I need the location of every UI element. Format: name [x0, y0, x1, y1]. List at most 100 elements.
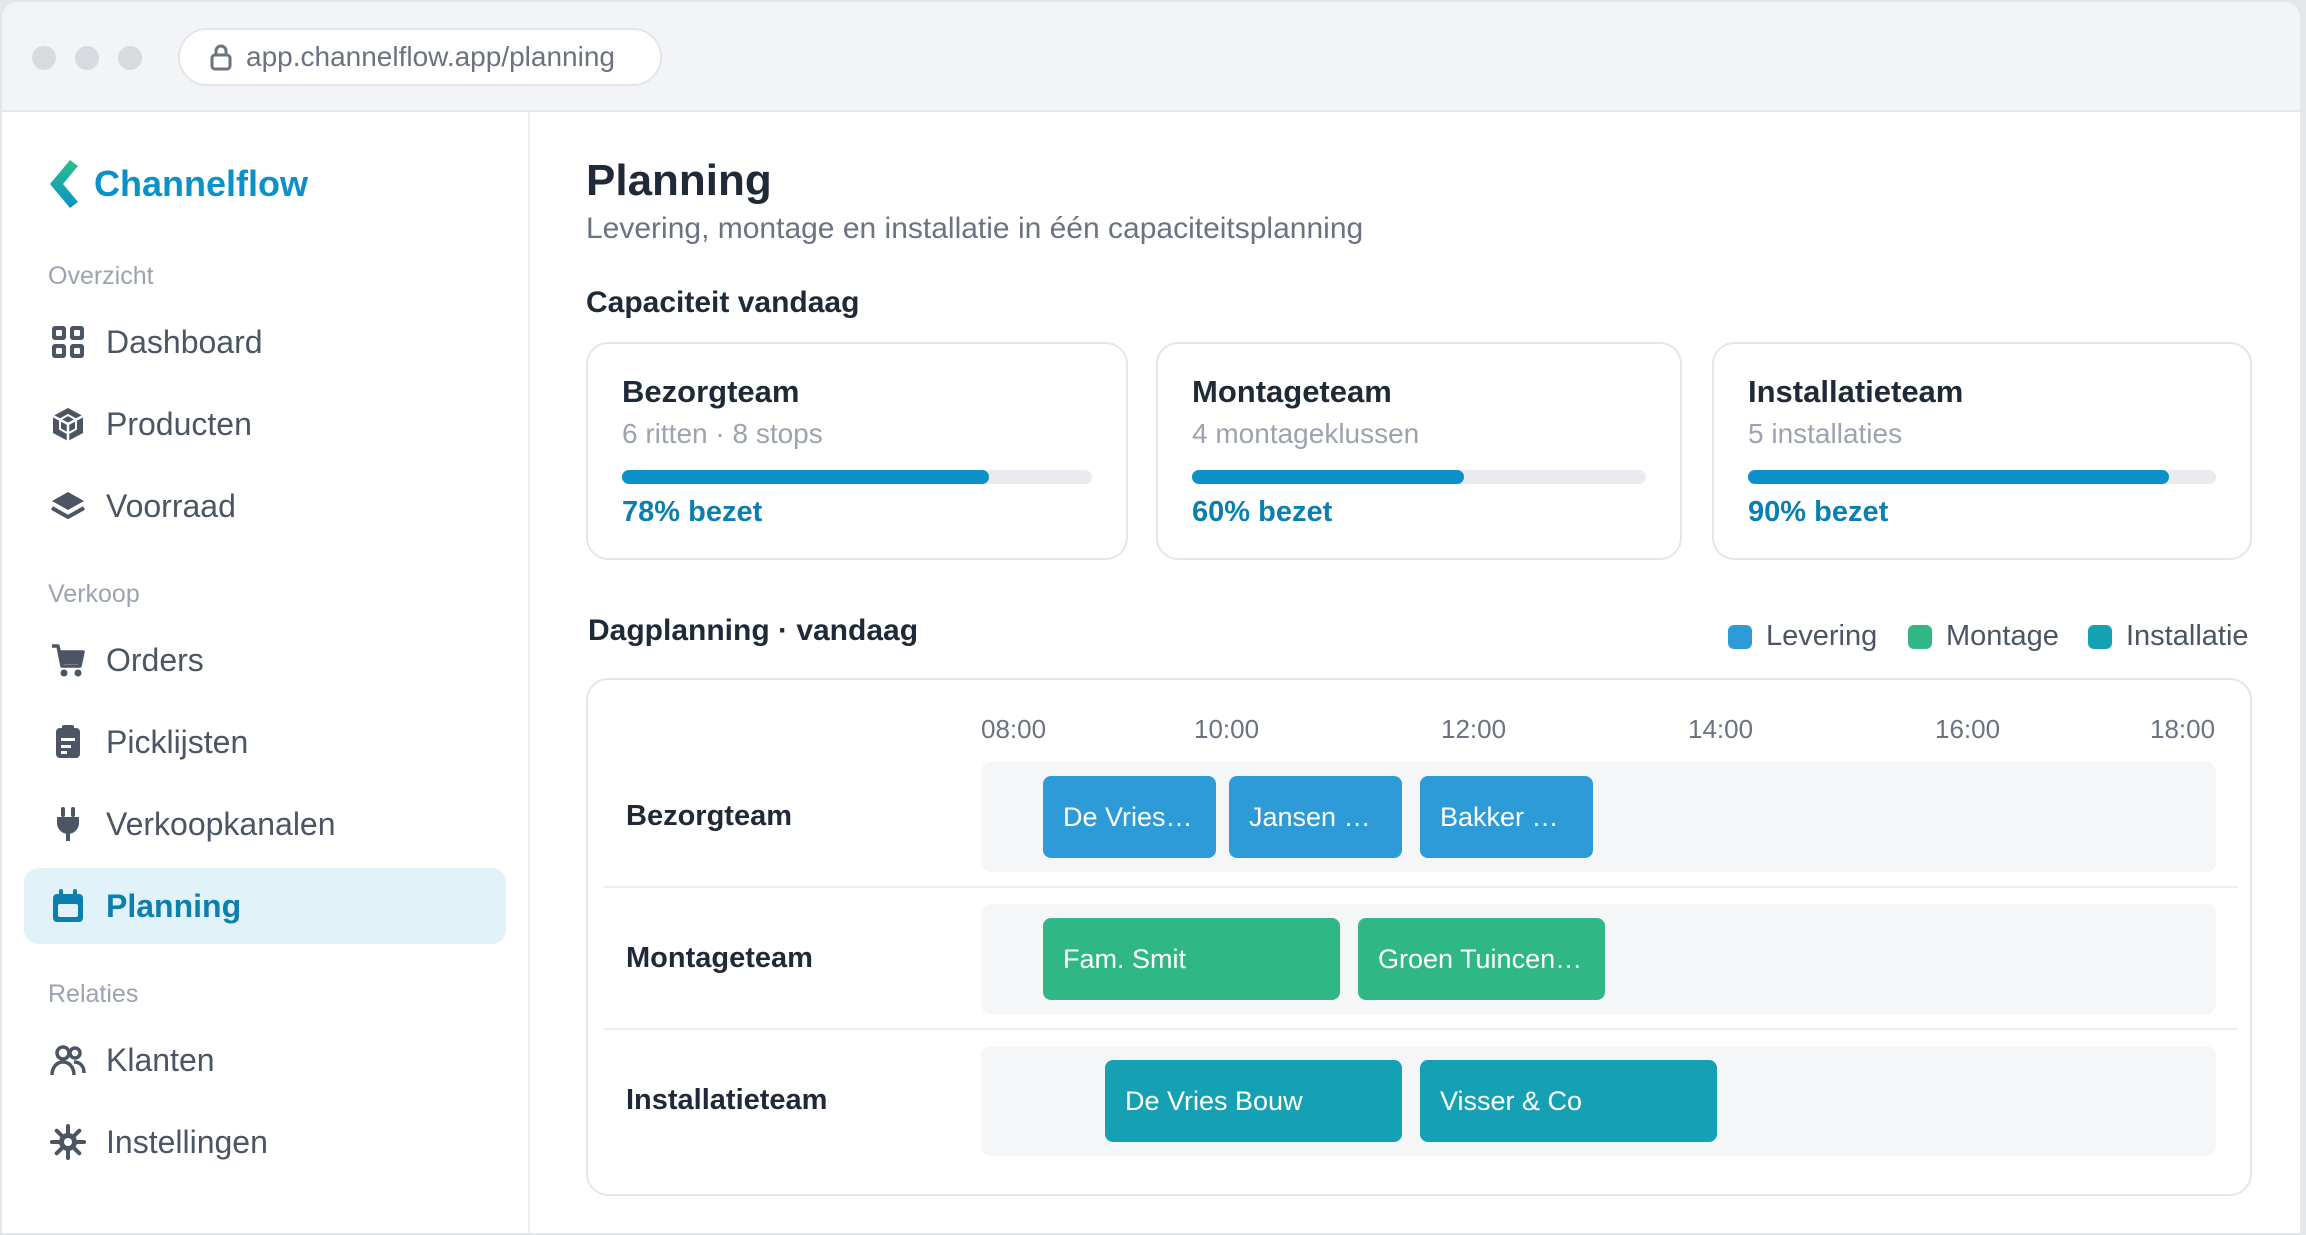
legend-label: Installatie — [2126, 620, 2249, 652]
capacity-card-subtitle: 4 montageklussen — [1192, 418, 1420, 449]
sidebar-item-instellingen[interactable]: Instellingen — [24, 1104, 506, 1180]
plug-icon — [57, 807, 79, 841]
legend-levering: Levering — [1728, 620, 1877, 653]
legend-label: Levering — [1766, 620, 1878, 652]
capacity-progress-track — [1192, 470, 1646, 484]
address-url: app.channelflow.app/planning — [246, 41, 615, 72]
job-block-montage[interactable]: Groen Tuincen… — [1358, 918, 1605, 1000]
page-title: Planning — [586, 156, 772, 205]
legend-label: Montage — [1946, 620, 2059, 652]
browser-window: app.channelflow.app/planning Channelflow… — [0, 0, 2302, 1235]
job-block-installatie[interactable]: De Vries Bouw — [1105, 1060, 1402, 1142]
capacity-progress-fill — [1748, 470, 2170, 484]
job-block-levering[interactable]: Bakker … — [1420, 776, 1593, 858]
sidebar-item-orders[interactable]: Orders — [24, 622, 506, 698]
job-label: De Vries… — [1063, 801, 1193, 832]
sidebar-item-producten[interactable]: Producten — [24, 386, 506, 462]
window-minimize-dot[interactable] — [75, 46, 99, 70]
sidebar-item-label: Planning — [106, 887, 242, 924]
time-tick-1400: 14:00 — [1688, 714, 1754, 744]
calendar-icon — [53, 889, 83, 922]
legend-swatch — [1908, 624, 1932, 649]
job-label: Jansen … — [1249, 801, 1371, 832]
time-tick-1200: 12:00 — [1441, 714, 1507, 744]
sidebar-item-verkoopkanalen[interactable]: Verkoopkanalen — [24, 786, 506, 862]
job-label: Groen Tuincen… — [1378, 943, 1583, 974]
job-block-montage[interactable]: Fam. Smit — [1043, 918, 1340, 1000]
capacity-progress-track — [622, 470, 1092, 484]
channelflow-chevron-icon — [50, 160, 78, 208]
capacity-progress-fill — [622, 470, 989, 484]
capacity-card-montageteam[interactable]: Montageteam 4 montageklussen 60% bezet — [1156, 342, 1682, 560]
nav-section-overzicht: Overzicht — [48, 262, 154, 290]
brand-logo[interactable]: Channelflow — [42, 158, 308, 210]
capacity-progress-fill — [1192, 470, 1465, 484]
row-label-bezorgteam: Bezorgteam — [626, 800, 792, 832]
schedule-panel: 08:00 10:00 12:00 14:00 16:00 18:00 Bezo… — [586, 678, 2252, 1196]
sidebar-item-planning[interactable]: Planning — [24, 868, 506, 944]
sidebar-item-picklijsten[interactable]: Picklijsten — [24, 704, 506, 780]
job-block-levering[interactable]: De Vries… — [1043, 776, 1216, 858]
clipboard-icon — [56, 725, 80, 758]
page-subtitle: Levering, montage en installatie in één … — [586, 212, 1364, 245]
nav-section-verkoop: Verkoop — [48, 580, 140, 608]
time-tick-1800: 18:00 — [2150, 714, 2216, 744]
capacity-percent-label: 90% bezet — [1748, 496, 1889, 528]
row-divider — [604, 1028, 2238, 1030]
capacity-card-installatieteam[interactable]: Installatieteam 5 installaties 90% bezet — [1712, 342, 2252, 560]
capacity-card-title: Montageteam — [1192, 374, 1392, 409]
sidebar-item-voorraad[interactable]: Voorraad — [24, 468, 506, 544]
sidebar-item-label: Klanten — [106, 1041, 215, 1078]
capacity-percent-label: 78% bezet — [622, 496, 763, 528]
time-tick-1600: 16:00 — [1935, 714, 2001, 744]
brand-name: Channelflow — [94, 163, 308, 204]
legend-swatch — [1728, 624, 1752, 649]
window-maximize-dot[interactable] — [118, 46, 142, 70]
gear-icon — [50, 1124, 86, 1160]
capacity-percent-label: 60% bezet — [1192, 496, 1333, 528]
sidebar-item-label: Orders — [106, 641, 204, 678]
layers-icon — [51, 492, 85, 519]
capacity-card-bezorgteam[interactable]: Bezorgteam 6 ritten · 8 stops 78% bezet — [586, 342, 1128, 560]
schedule-heading: Dagplanning · vandaag — [588, 614, 919, 647]
box-icon — [52, 408, 84, 441]
lock-icon — [210, 44, 232, 71]
sidebar-item-label: Producten — [106, 405, 252, 442]
users-icon — [50, 1045, 86, 1076]
capacity-card-subtitle: 5 installaties — [1748, 418, 1903, 449]
row-label-installatieteam: Installatieteam — [626, 1084, 828, 1116]
main-content: Planning Levering, montage en installati… — [532, 112, 2300, 1233]
job-label: De Vries Bouw — [1125, 1085, 1303, 1116]
dashboard-grid-icon — [52, 326, 84, 358]
capacity-progress-track — [1748, 470, 2216, 484]
sidebar-item-label: Picklijsten — [106, 723, 249, 760]
address-bar[interactable]: app.channelflow.app/planning — [178, 28, 662, 86]
capacity-card-title: Installatieteam — [1748, 374, 1964, 409]
sidebar-item-dashboard[interactable]: Dashboard — [24, 304, 506, 380]
sidebar: Channelflow Overzicht Dashboard Producte… — [2, 112, 530, 1233]
legend-montage: Montage — [1908, 620, 2059, 653]
cart-icon — [52, 644, 85, 677]
row-divider — [604, 886, 2238, 888]
job-block-levering[interactable]: Jansen … — [1229, 776, 1402, 858]
capacity-card-subtitle: 6 ritten · 8 stops — [622, 418, 823, 449]
sidebar-item-label: Voorraad — [106, 487, 236, 524]
sidebar-item-label: Verkoopkanalen — [106, 805, 336, 842]
legend-installatie: Installatie — [2088, 620, 2249, 653]
job-label: Fam. Smit — [1063, 943, 1187, 974]
row-label-montageteam: Montageteam — [626, 942, 813, 974]
job-label: Bakker … — [1440, 801, 1559, 832]
nav-section-relaties: Relaties — [48, 980, 139, 1008]
sidebar-item-klanten[interactable]: Klanten — [24, 1022, 506, 1098]
window-close-dot[interactable] — [32, 46, 56, 70]
legend-swatch — [2088, 624, 2112, 649]
capacity-card-title: Bezorgteam — [622, 374, 800, 409]
time-tick-1000: 10:00 — [1194, 714, 1260, 744]
job-label: Visser & Co — [1440, 1085, 1583, 1116]
sidebar-item-label: Dashboard — [106, 323, 263, 360]
sidebar-item-label: Instellingen — [106, 1123, 268, 1160]
browser-chrome: app.channelflow.app/planning — [2, 2, 2300, 112]
time-tick-0800: 08:00 — [981, 714, 1047, 744]
job-block-installatie[interactable]: Visser & Co — [1420, 1060, 1717, 1142]
capacity-heading: Capaciteit vandaag — [586, 286, 860, 319]
